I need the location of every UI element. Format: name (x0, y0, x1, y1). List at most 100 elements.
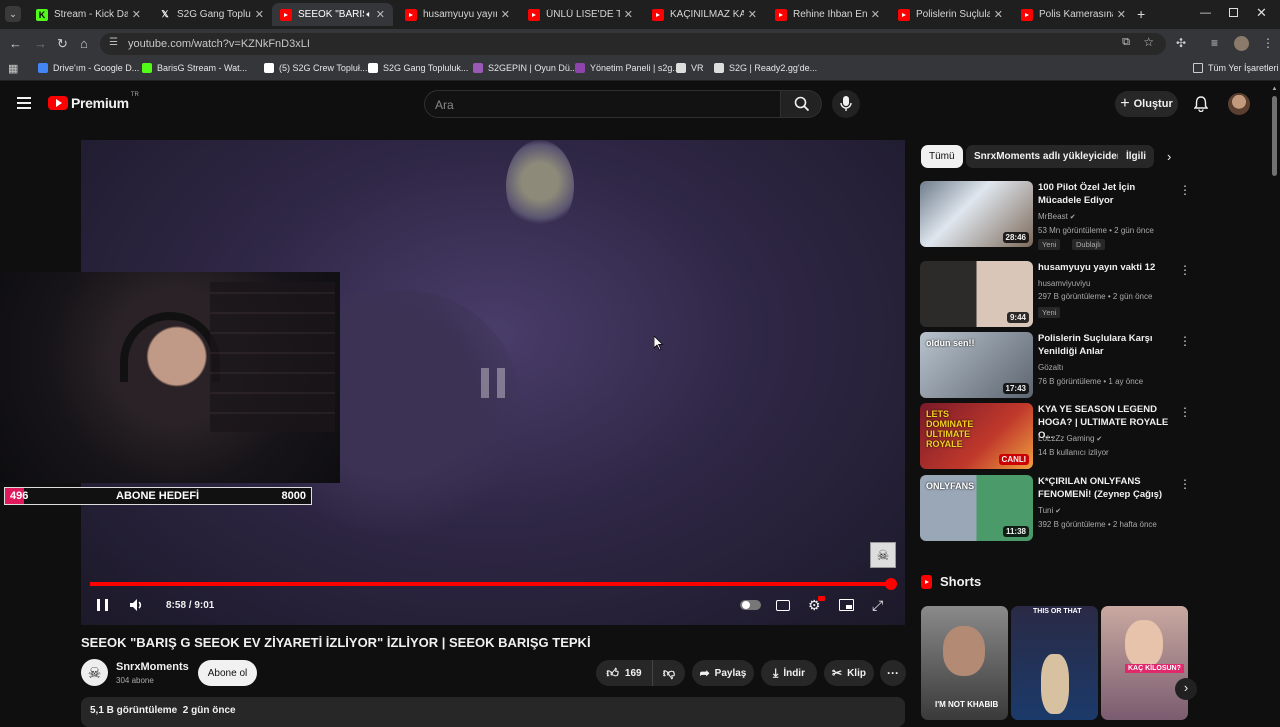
tab-close-icon[interactable]: ✕ (1117, 8, 1126, 21)
tab-search-button[interactable]: ⌄ (5, 6, 21, 22)
recommendation-channel[interactable]: LoLzZz Gaming ✔ (1038, 434, 1102, 443)
tab-close-icon[interactable]: ✕ (501, 8, 510, 21)
browser-tab-5[interactable]: ÜNLÜ LİSE'DE T*CİZ ✕ (520, 3, 641, 26)
recommendation-title[interactable]: K*ÇIRILAN ONLYFANS FENOMENİ! (Zeynep Çağ… (1038, 475, 1176, 501)
recommendation-card[interactable]: LETS DOMINATE ULTIMATE ROYALE CANLI KYA YE… (920, 403, 1191, 471)
short-card-2[interactable]: THIS OR THAT (1011, 606, 1098, 720)
short-card-1[interactable]: I'M NOT KHABIB (921, 606, 1008, 720)
recommendation-title[interactable]: husamyuyu yayın vakti 12 (1038, 261, 1176, 274)
recommendation-channel[interactable]: Tuni ✔ (1038, 506, 1061, 515)
recommendation-thumbnail[interactable]: LETS DOMINATE ULTIMATE ROYALE CANLI (920, 403, 1033, 469)
reload-icon[interactable]: ↻ (57, 36, 68, 52)
channel-avatar[interactable]: ☠ (81, 659, 108, 686)
bookmark-2[interactable]: BarisG Stream - Wat... (142, 63, 247, 73)
recommendation-channel[interactable]: Gözaltı (1038, 363, 1063, 372)
more-options-icon[interactable]: ⋮ (1179, 334, 1191, 348)
bookmark-star-icon[interactable]: ☆ (1143, 35, 1154, 49)
chevron-right-icon[interactable]: › (1167, 149, 1171, 164)
notifications-bell-icon[interactable] (1194, 96, 1208, 112)
pause-button[interactable] (97, 599, 108, 611)
description-box[interactable]: 5,1 B görüntüleme 2 gün önce (81, 697, 905, 727)
youtube-logo[interactable]: Premium TR (48, 92, 139, 111)
fullscreen-icon[interactable]: ⤢ (872, 597, 883, 614)
tab-close-icon[interactable]: ✕ (994, 8, 1003, 21)
guide-menu-icon[interactable] (17, 97, 31, 109)
more-options-icon[interactable]: ⋮ (1179, 405, 1191, 419)
search-input[interactable]: Ara (424, 90, 781, 118)
scroll-up-arrow-icon[interactable]: ▲ (1271, 86, 1278, 92)
browser-tab-3[interactable]: SEEOK "BARIŞ G🔈︎ ✕ (272, 3, 393, 26)
extensions-icon[interactable]: ✣ (1176, 36, 1186, 50)
browser-tab-8[interactable]: Polislerin Suçlulara K ✕ (890, 3, 1011, 26)
new-tab-button[interactable]: + (1137, 6, 1145, 22)
back-arrow-icon[interactable]: ← (9, 36, 22, 51)
miniplayer-icon[interactable] (839, 599, 854, 611)
browser-tab-9[interactable]: Polis Kamerasına Yak ✕ (1013, 3, 1134, 26)
bookmark-6[interactable]: Yönetim Paneli | s2g... (575, 63, 680, 73)
recommendation-thumbnail[interactable]: 9:44 (920, 261, 1033, 327)
recommendation-channel[interactable]: husamviyuviyu (1038, 279, 1090, 288)
url-bar[interactable]: ☰ youtube.com/watch?v=KZNkFnD3xLI ⧉ ☆ (100, 33, 1166, 55)
subscribe-button[interactable]: Abone ol (198, 660, 257, 686)
profile-avatar[interactable] (1234, 36, 1249, 51)
like-button[interactable]: 👍︎ 169 (596, 660, 652, 686)
channel-name[interactable]: SnrxMoments (116, 661, 189, 673)
minimize-button[interactable]: — (1200, 7, 1211, 19)
dislike-button[interactable]: 👎︎ (652, 660, 685, 686)
volume-icon[interactable] (129, 598, 144, 612)
bookmark-8[interactable]: S2G | Ready2.gg'de... (714, 63, 817, 73)
channel-watermark[interactable]: ☠ (870, 542, 896, 568)
subtitles-icon[interactable] (776, 600, 790, 611)
restore-button[interactable] (1229, 8, 1238, 17)
browser-menu-icon[interactable]: ⋮ (1262, 36, 1274, 50)
search-button[interactable] (781, 90, 822, 118)
more-options-icon[interactable]: ⋮ (1179, 263, 1191, 277)
chip-related[interactable]: İlgili (1118, 145, 1154, 168)
bookmark-3[interactable]: (5) S2G Crew Topluł... (264, 63, 367, 73)
more-options-icon[interactable]: ⋮ (1179, 477, 1191, 491)
more-actions-button[interactable]: ··· (880, 660, 906, 686)
recommendation-card[interactable]: 9:44 husamyuyu yayın vakti 12 husamviyuviy… (920, 261, 1191, 329)
forward-arrow-icon[interactable]: → (34, 36, 47, 51)
clip-button[interactable]: ✂ Klip (824, 660, 874, 686)
voice-search-button[interactable] (832, 90, 860, 118)
scrollbar-thumb[interactable] (1272, 96, 1277, 176)
short-card-3[interactable]: KAÇ KİLOSUN? (1101, 606, 1188, 720)
shorts-next-button[interactable]: › (1175, 678, 1197, 700)
browser-tab-7[interactable]: Rehine İhban En Acı ✕ (767, 3, 888, 26)
browser-tab-1[interactable]: K Stream - Kick Dashbo ✕ (28, 3, 149, 26)
browser-tab-4[interactable]: husamyuyu yayın vak ✕ (397, 3, 518, 26)
recommendation-card[interactable]: oldun sen!! 17:43 Polislerin Suçlulara Kar… (920, 332, 1191, 400)
download-button[interactable]: ⤓ İndir (761, 660, 817, 686)
install-app-icon[interactable]: ⧉ (1122, 36, 1130, 49)
create-button[interactable]: + Oluştur (1115, 91, 1178, 117)
chip-all[interactable]: Tümü (921, 145, 963, 168)
recommendation-title[interactable]: Polislerin Suçlulara Karşı Yenildiği Anl… (1038, 332, 1176, 358)
tab-close-icon[interactable]: ✕ (624, 8, 633, 21)
more-options-icon[interactable]: ⋮ (1179, 183, 1191, 197)
recommendation-thumbnail[interactable]: 28:46 (920, 181, 1033, 247)
apps-grid-icon[interactable]: ▦ (8, 62, 18, 75)
tab-close-icon[interactable]: ✕ (871, 8, 880, 21)
page-scrollbar[interactable]: ▲ (1271, 86, 1278, 720)
account-avatar[interactable] (1228, 93, 1250, 115)
browser-tab-6[interactable]: KAÇINILMAZ KAZAL ✕ (644, 3, 765, 26)
chip-from-uploader[interactable]: SnrxMoments adlı yükleyiciden (966, 145, 1131, 168)
tab-close-icon[interactable]: ✕ (132, 8, 141, 21)
speaker-icon[interactable]: 🔈︎ (366, 9, 371, 20)
recommendation-title[interactable]: 100 Pilot Özel Jet İçin Mücadele Ediyor (1038, 181, 1176, 207)
bookmark-1[interactable]: Drive'ım - Google D... (38, 63, 139, 73)
share-button[interactable]: ➦ Paylaş (692, 660, 754, 686)
all-bookmarks-link[interactable]: Tüm Yer İşaretleri (1193, 63, 1279, 73)
settings-gear-icon[interactable]: ⚙ (808, 596, 825, 612)
autoplay-toggle[interactable] (740, 600, 761, 610)
bookmark-7[interactable]: VR (676, 63, 704, 73)
close-window-button[interactable]: ✕ (1256, 5, 1267, 21)
recommendation-card[interactable]: 28:46 100 Pilot Özel Jet İçin Mücadele Ed… (920, 181, 1191, 250)
home-icon[interactable]: ⌂ (80, 36, 88, 51)
recommendation-thumbnail[interactable]: ONLYFANS 11:38 (920, 475, 1033, 541)
seek-bar[interactable] (90, 578, 898, 590)
tab-close-icon[interactable]: ✕ (748, 8, 757, 21)
bookmark-5[interactable]: S2GEPIN | Oyun Dü... (473, 63, 577, 73)
tab-close-icon[interactable]: ✕ (376, 8, 385, 21)
